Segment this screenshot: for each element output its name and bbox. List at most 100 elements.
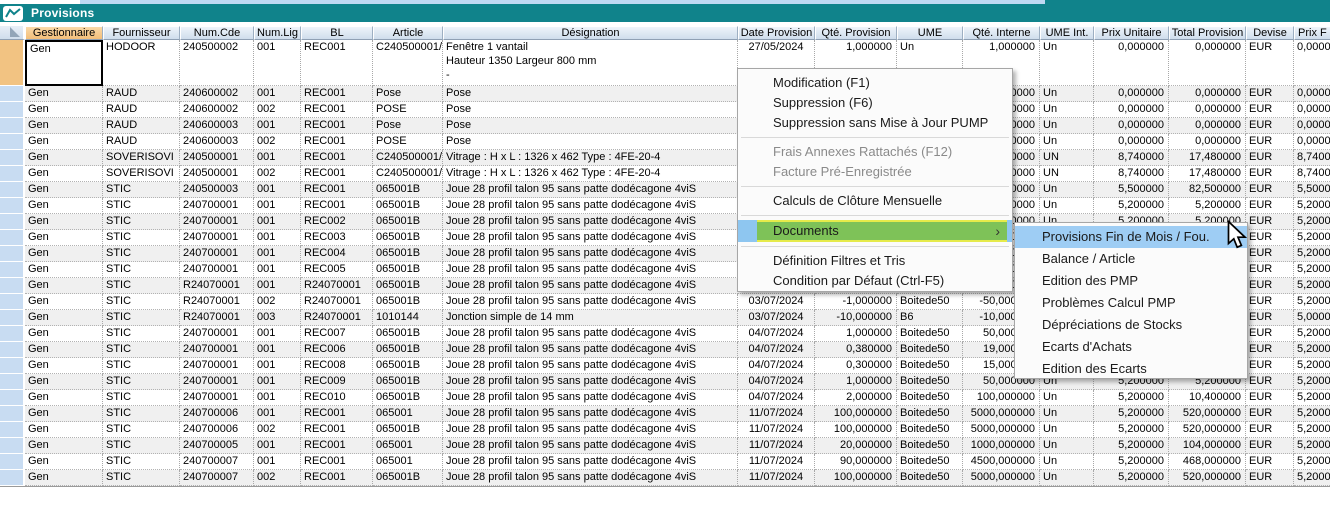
row-selector[interactable] <box>0 198 25 214</box>
menu-item[interactable]: Modification (F1) <box>738 73 1012 93</box>
cell-article[interactable]: POSE <box>373 134 443 150</box>
cell-qte_provision[interactable]: 1,000000 <box>815 374 897 390</box>
cell-gestionnaire[interactable]: Gen <box>25 294 103 310</box>
menu-item[interactable]: Définition Filtres et Tris <box>738 251 1012 271</box>
cell-article[interactable]: 065001 <box>373 438 443 454</box>
cell-devise[interactable]: EUR <box>1246 102 1294 118</box>
cell-ume_int[interactable]: UN <box>1040 166 1094 182</box>
cell-prix_f[interactable]: 5,200000 <box>1294 262 1330 278</box>
cell-devise[interactable]: EUR <box>1246 342 1294 358</box>
cell-bl[interactable]: REC003 <box>301 230 373 246</box>
cell-num_cde[interactable]: 240700005 <box>180 438 254 454</box>
cell-article[interactable]: 065001B <box>373 374 443 390</box>
cell-ume_int[interactable]: Un <box>1040 198 1094 214</box>
cell-date_provision[interactable]: 04/07/2024 <box>738 326 815 342</box>
cell-devise[interactable]: EUR <box>1246 166 1294 182</box>
cell-fournisseur[interactable]: STIC <box>103 374 180 390</box>
cell-devise[interactable]: EUR <box>1246 86 1294 102</box>
cell-ume_int[interactable]: Un <box>1040 390 1094 406</box>
cell-ume[interactable]: Boitede50 <box>897 438 963 454</box>
cell-num_cde[interactable]: 240500001 <box>180 150 254 166</box>
cell-prix_f[interactable]: 5,200000 <box>1294 374 1330 390</box>
cell-gestionnaire[interactable]: Gen <box>25 182 103 198</box>
cell-designation[interactable]: Joue 28 profil talon 95 sans patte dodéc… <box>443 454 738 470</box>
cell-gestionnaire[interactable]: Gen <box>25 342 103 358</box>
cell-prix_f[interactable]: 5,500000 <box>1294 182 1330 198</box>
cell-designation[interactable]: Joue 28 profil talon 95 sans patte dodéc… <box>443 262 738 278</box>
cell-num_cde[interactable]: R24070001 <box>180 294 254 310</box>
cell-article[interactable]: 065001B <box>373 230 443 246</box>
cell-qte_provision[interactable]: 100,000000 <box>815 422 897 438</box>
cell-gestionnaire[interactable]: Gen <box>25 390 103 406</box>
cell-article[interactable]: 065001B <box>373 198 443 214</box>
cell-gestionnaire[interactable]: Gen <box>25 406 103 422</box>
cell-num_lig[interactable]: 001 <box>254 214 301 230</box>
cell-designation[interactable]: Joue 28 profil talon 95 sans patte dodéc… <box>443 406 738 422</box>
cell-designation[interactable]: Joue 28 profil talon 95 sans patte dodéc… <box>443 182 738 198</box>
row-selector[interactable] <box>0 86 25 102</box>
cell-num_lig[interactable]: 002 <box>254 134 301 150</box>
cell-prix_unitaire[interactable]: 8,740000 <box>1094 150 1169 166</box>
cell-bl[interactable]: REC001 <box>301 422 373 438</box>
column-header-num_lig[interactable]: Num.Lig <box>254 26 301 40</box>
submenu-item[interactable]: Problèmes Calcul PMP <box>1015 292 1247 314</box>
cell-num_lig[interactable]: 001 <box>254 262 301 278</box>
cell-num_cde[interactable]: R24070001 <box>180 278 254 294</box>
cell-num_lig[interactable]: 002 <box>254 102 301 118</box>
cell-devise[interactable]: EUR <box>1246 150 1294 166</box>
cell-date_provision[interactable]: 11/07/2024 <box>738 470 815 486</box>
cell-total_provision[interactable]: 0,000000 <box>1169 86 1246 102</box>
cell-designation[interactable]: Fenêtre 1 vantail Hauteur 1350 Largeur 8… <box>443 40 738 86</box>
menu-item[interactable]: Calculs de Clôture Mensuelle <box>738 191 1012 211</box>
cell-bl[interactable]: REC001 <box>301 470 373 486</box>
cell-date_provision[interactable]: 11/07/2024 <box>738 438 815 454</box>
cell-fournisseur[interactable]: SOVERISOVI <box>103 150 180 166</box>
cell-designation[interactable]: Joue 28 profil talon 95 sans patte dodéc… <box>443 374 738 390</box>
cell-prix_unitaire[interactable]: 0,000000 <box>1094 86 1169 102</box>
cell-ume[interactable]: Boitede50 <box>897 342 963 358</box>
row-selector[interactable] <box>0 102 25 118</box>
submenu-item[interactable]: Edition des Ecarts <box>1015 358 1247 380</box>
cell-ume_int[interactable]: Un <box>1040 86 1094 102</box>
cell-article[interactable]: Pose <box>373 118 443 134</box>
cell-qte_interne[interactable]: 5000,000000 <box>963 422 1040 438</box>
cell-article[interactable]: 065001 <box>373 454 443 470</box>
row-selector[interactable] <box>0 342 25 358</box>
cell-article[interactable]: 065001B <box>373 470 443 486</box>
cell-ume[interactable]: Boitede50 <box>897 470 963 486</box>
cell-num_lig[interactable]: 001 <box>254 374 301 390</box>
row-selector[interactable] <box>0 374 25 390</box>
column-header-prix_f[interactable]: Prix F <box>1294 26 1330 40</box>
cell-fournisseur[interactable]: RAUD <box>103 134 180 150</box>
cell-devise[interactable]: EUR <box>1246 390 1294 406</box>
cell-fournisseur[interactable]: RAUD <box>103 86 180 102</box>
cell-designation[interactable]: Joue 28 profil talon 95 sans patte dodéc… <box>443 358 738 374</box>
cell-prix_f[interactable]: 5,200000 <box>1294 438 1330 454</box>
cell-ume_int[interactable]: Un <box>1040 438 1094 454</box>
cell-prix_f[interactable]: 8,740000 <box>1294 150 1330 166</box>
cell-gestionnaire[interactable]: Gen <box>25 374 103 390</box>
column-header-total_provision[interactable]: Total Provision <box>1169 26 1246 40</box>
cell-prix_f[interactable]: 0,000000 <box>1294 134 1330 150</box>
cell-num_cde[interactable]: 240700001 <box>180 214 254 230</box>
cell-total_provision[interactable]: 520,000000 <box>1169 422 1246 438</box>
cell-prix_f[interactable]: 5,200000 <box>1294 214 1330 230</box>
cell-fournisseur[interactable]: RAUD <box>103 102 180 118</box>
cell-designation[interactable]: Pose <box>443 134 738 150</box>
cell-num_lig[interactable]: 001 <box>254 150 301 166</box>
row-selector[interactable] <box>0 294 25 310</box>
cell-prix_f[interactable]: 5,200000 <box>1294 326 1330 342</box>
cell-fournisseur[interactable]: STIC <box>103 246 180 262</box>
cell-prix_f[interactable]: 5,200000 <box>1294 454 1330 470</box>
cell-num_lig[interactable]: 002 <box>254 294 301 310</box>
cell-gestionnaire[interactable]: Gen <box>25 262 103 278</box>
cell-num_lig[interactable]: 002 <box>254 166 301 182</box>
cell-ume[interactable]: Boitede50 <box>897 406 963 422</box>
cell-prix_unitaire[interactable]: 5,200000 <box>1094 470 1169 486</box>
cell-ume[interactable]: Boitede50 <box>897 294 963 310</box>
cell-designation[interactable]: Joue 28 profil talon 95 sans patte dodéc… <box>443 214 738 230</box>
column-header-gestionnaire[interactable]: Gestionnaire <box>25 26 103 40</box>
cell-qte_provision[interactable]: 0,380000 <box>815 342 897 358</box>
cell-prix_unitaire[interactable]: 5,200000 <box>1094 438 1169 454</box>
cell-designation[interactable]: Joue 28 profil talon 95 sans patte dodéc… <box>443 294 738 310</box>
